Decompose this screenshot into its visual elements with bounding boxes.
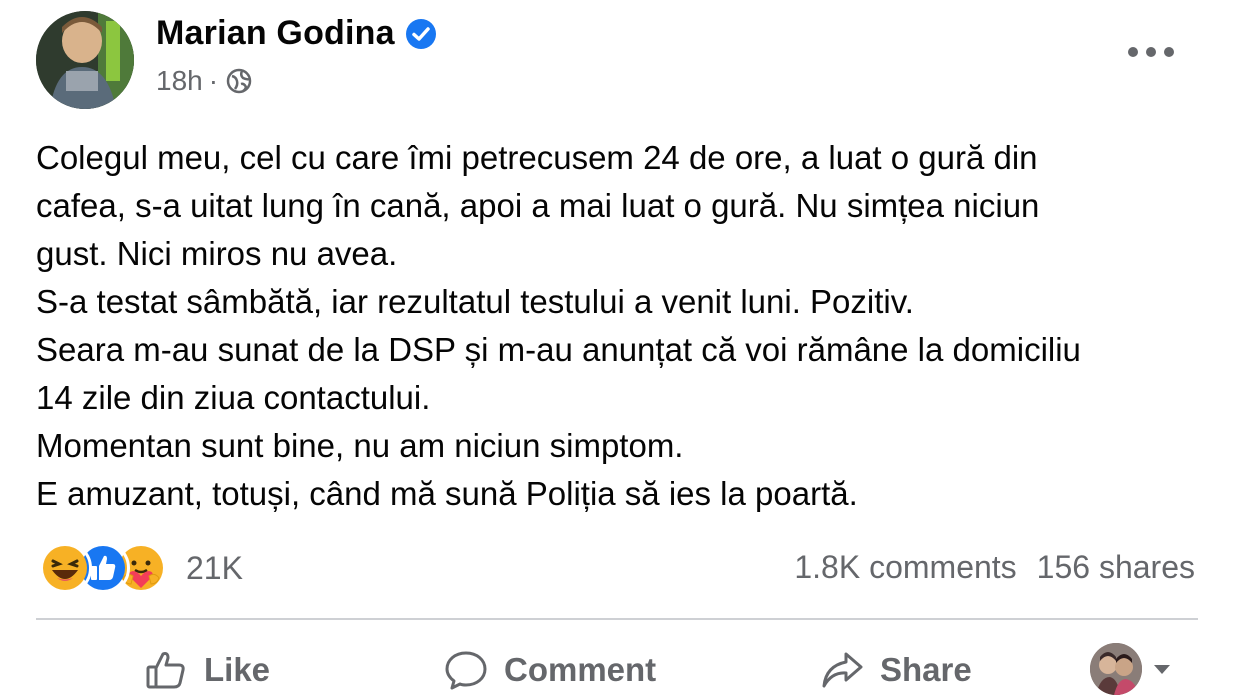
- post-text-line: gust. Nici miros nu avea.: [36, 235, 398, 272]
- globe-icon[interactable]: [226, 68, 252, 94]
- like-label: Like: [204, 651, 271, 688]
- post-text-line: Momentan sunt bine, nu am niciun simptom…: [36, 427, 684, 464]
- post-text-line: E amuzant, totuși, când mă sună Poliția …: [36, 475, 858, 512]
- comment-label: Comment: [504, 651, 657, 688]
- share-button[interactable]: Share: [820, 640, 972, 700]
- post-timestamp[interactable]: 18h: [156, 65, 203, 97]
- post-meta: 18h ·: [156, 65, 252, 97]
- author-avatar[interactable]: [36, 11, 134, 109]
- post-text-line: Colegul meu, cel cu care îmi petrecusem …: [36, 139, 1038, 176]
- actions-divider: [36, 618, 1198, 620]
- verified-badge-icon: [405, 18, 437, 50]
- post-text: Colegul meu, cel cu care îmi petrecusem …: [36, 134, 1216, 518]
- post-text-line: 14 zile din ziua contactului.: [36, 379, 431, 416]
- react-as-selector[interactable]: [1090, 643, 1170, 695]
- comments-count-link[interactable]: 1.8K comments: [794, 549, 1016, 586]
- reaction-count[interactable]: 21K: [186, 550, 243, 587]
- profile-avatar: [1090, 643, 1142, 695]
- reactions-summary[interactable]: 21K: [38, 541, 243, 595]
- like-button[interactable]: Like: [144, 640, 270, 700]
- comment-icon: [445, 651, 487, 690]
- engagement-stats: 1.8K comments 156 shares: [794, 549, 1195, 586]
- share-icon: [822, 652, 863, 688]
- post-text-line: Seara m-au sunat de la DSP și m-au anunț…: [36, 331, 1081, 368]
- more-dot-icon: [1146, 47, 1156, 57]
- share-label: Share: [880, 651, 972, 688]
- chevron-down-icon: [1154, 664, 1170, 674]
- more-dot-icon: [1164, 47, 1174, 57]
- shares-count-link[interactable]: 156 shares: [1037, 549, 1195, 586]
- more-dot-icon: [1128, 47, 1138, 57]
- more-options-button[interactable]: [1128, 36, 1174, 68]
- haha-reaction-icon: [38, 541, 92, 595]
- meta-separator: ·: [208, 65, 219, 96]
- author-avatar-image: [36, 11, 134, 109]
- author-name[interactable]: Marian Godina: [156, 14, 395, 53]
- author-name-row: Marian Godina: [156, 14, 437, 53]
- post-text-line: cafea, s-a uitat lung în cană, apoi a ma…: [36, 187, 1040, 224]
- like-icon: [146, 652, 185, 689]
- post-text-line: S-a testat sâmbătă, iar rezultatul testu…: [36, 283, 914, 320]
- comment-button[interactable]: Comment: [444, 640, 656, 700]
